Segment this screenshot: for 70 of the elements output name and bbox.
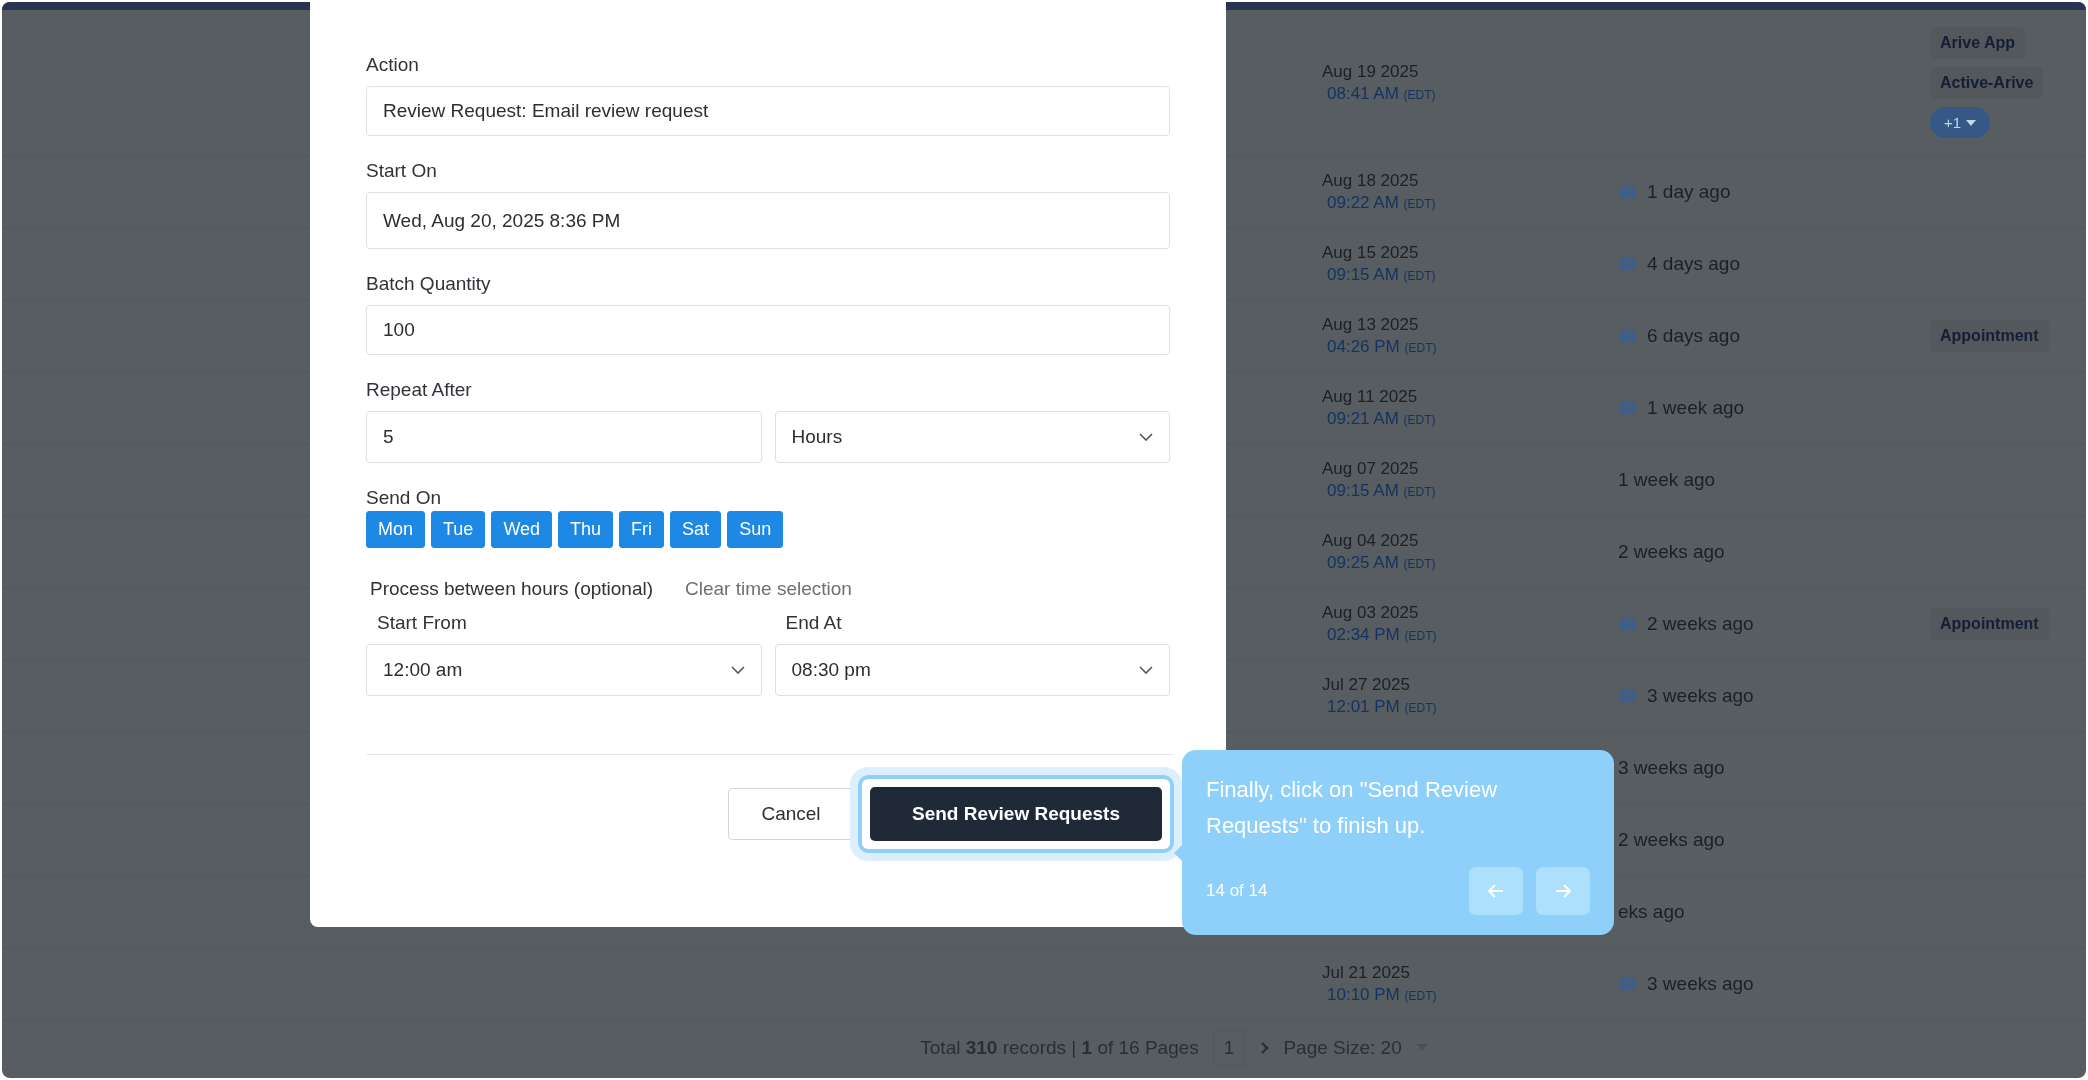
field-label: Action: [366, 54, 420, 76]
time-text: 12:01 PM (EDT): [1326, 696, 1438, 717]
chevron-down-icon: [730, 666, 745, 674]
date-text: Aug 13 2025: [1322, 314, 1420, 335]
tooltip-text: Finally, click on "Send Review Requests" to finish up.: [1206, 776, 1499, 840]
time-text: 09:15 AM (EDT): [1326, 264, 1437, 285]
unit-select[interactable]: Hours: [774, 411, 1170, 463]
last-contact-text: 2 weeks ago: [1618, 540, 1725, 563]
time-text: 04:26 PM (EDT): [1326, 336, 1438, 357]
step-counter: 14 of 14: [1206, 881, 1269, 901]
field-label: Start On: [366, 160, 438, 182]
chevron-down-icon: [1139, 433, 1153, 441]
chevron-down-icon: [1139, 666, 1153, 674]
next-page-icon[interactable]: [1259, 1040, 1270, 1055]
last-contact-text: 1 day ago: [1647, 180, 1731, 203]
next-button[interactable]: [1536, 867, 1590, 915]
field-label: Repeat After: [366, 379, 473, 401]
day-toggle[interactable]: Wed: [491, 511, 553, 548]
action-field[interactable]: Review Request: Email review request: [366, 86, 1170, 136]
field-label: Send On: [366, 487, 442, 509]
last-contact-text: 2 weeks ago: [1618, 828, 1725, 851]
date-text: Aug 15 2025: [1322, 242, 1420, 263]
tag: Appointment: [1930, 607, 2049, 640]
day-toggle[interactable]: Sun: [727, 511, 784, 548]
last-contact-text: 1 week ago: [1618, 468, 1716, 491]
day-toggle[interactable]: Fri: [619, 511, 665, 548]
time-text: 09:25 AM (EDT): [1326, 552, 1437, 573]
date-text: Aug 03 2025: [1322, 602, 1420, 623]
last-contact-text: 3 weeks ago: [1618, 756, 1725, 779]
more-tags-button[interactable]: +1: [1930, 107, 1991, 138]
section-label: Process between hours (optional): [370, 578, 654, 600]
last-contact-text: eks ago: [1618, 900, 1685, 923]
clear-time-link[interactable]: Clear time selection: [685, 578, 852, 600]
date-text: Aug 18 2025: [1322, 170, 1420, 191]
end-time-select[interactable]: 08:30 pm: [774, 644, 1170, 696]
number-field[interactable]: 5: [366, 411, 762, 463]
quantity-field[interactable]: 100: [366, 305, 1170, 355]
time-text: 02:34 PM (EDT): [1326, 624, 1438, 645]
day-toggle[interactable]: Mon: [366, 511, 425, 548]
last-contact-text: 2 weeks ago: [1647, 612, 1754, 635]
day-toggle[interactable]: Thu: [558, 511, 614, 548]
date-field[interactable]: Wed, Aug 20, 2025 8:36 PM: [366, 192, 1170, 249]
day-toggle[interactable]: Sat: [670, 511, 722, 548]
date-text: Jul 21 2025: [1322, 962, 1411, 983]
start-time-select[interactable]: 12:00 am: [366, 644, 762, 696]
time-text: 09:22 AM (EDT): [1326, 192, 1437, 213]
last-contact-text: 4 days ago: [1647, 252, 1740, 275]
tag: Arive App: [1930, 27, 2025, 59]
last-contact-text: 1 week ago: [1647, 396, 1745, 419]
tag: Active-Arive: [1930, 67, 2044, 99]
field-label: Batch Quantity: [366, 273, 492, 295]
day-toggle[interactable]: Tue: [431, 511, 486, 548]
time-text: 09:15 AM (EDT): [1326, 480, 1437, 501]
caret-icon: [1966, 119, 1977, 126]
previous-button[interactable]: [1469, 867, 1523, 915]
field-label: End At: [784, 612, 843, 634]
last-contact-text: 3 weeks ago: [1647, 972, 1754, 995]
date-text: Jul 27 2025: [1322, 674, 1411, 695]
field-label: Start From: [376, 612, 468, 634]
date-text: Aug 04 2025: [1322, 530, 1420, 551]
time-text: 09:21 AM (EDT): [1326, 408, 1437, 429]
date-text: Aug 19 2025: [1322, 61, 1420, 82]
time-text: 08:41 AM (EDT): [1326, 83, 1437, 104]
send-button[interactable]: Send Review Requests: [870, 787, 1162, 841]
tag: Appointment: [1930, 319, 2049, 352]
date-text: Aug 07 2025: [1322, 458, 1420, 479]
date-text: Aug 11 2025: [1322, 386, 1419, 407]
last-contact-text: 6 days ago: [1647, 324, 1740, 347]
last-contact-text: 3 weeks ago: [1647, 684, 1754, 707]
time-text: 10:10 PM (EDT): [1326, 984, 1438, 1005]
